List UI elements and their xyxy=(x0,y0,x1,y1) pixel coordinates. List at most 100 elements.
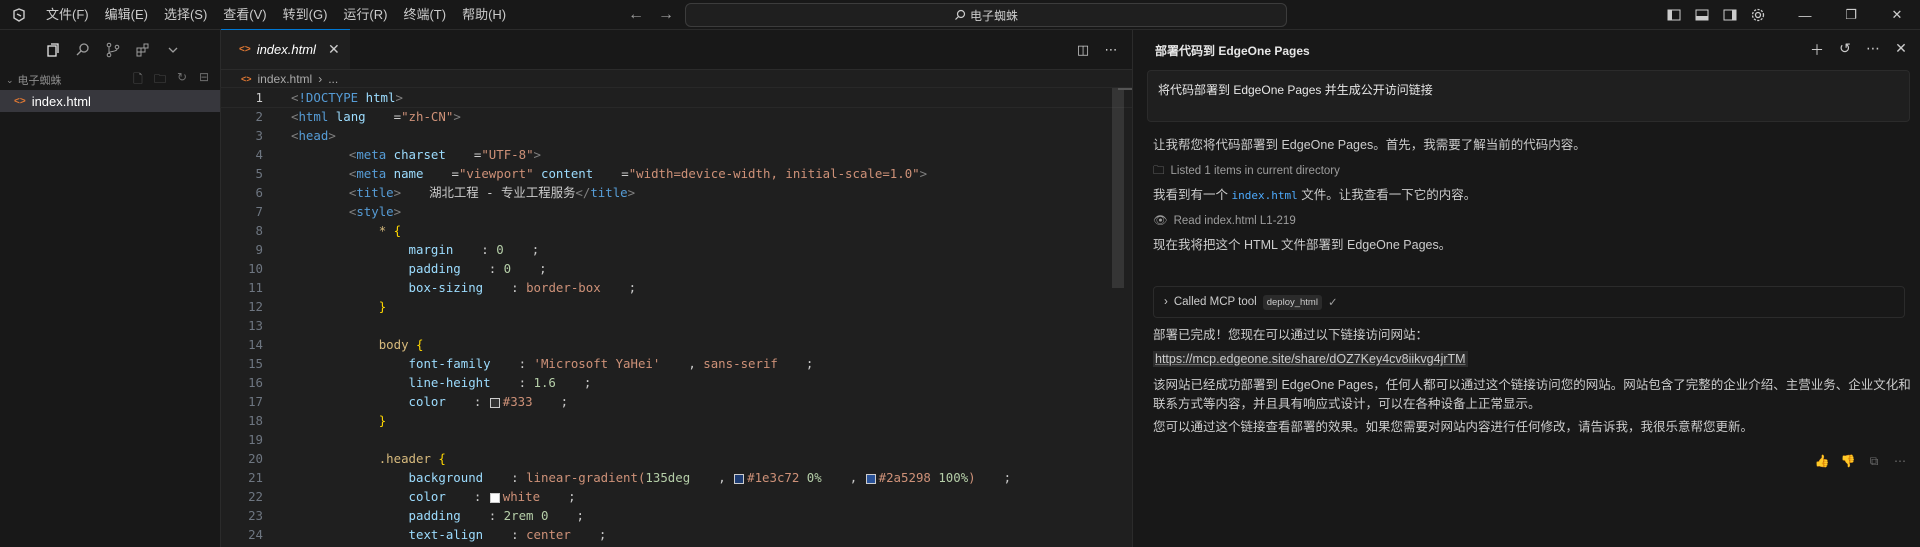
file-item-index-html[interactable]: <> index.html xyxy=(0,90,220,112)
back-arrow-icon[interactable]: ← xyxy=(626,6,646,24)
vertical-scrollbar[interactable] xyxy=(1112,88,1124,288)
sidebar-view-switcher xyxy=(0,30,220,70)
menu-item[interactable]: 文件(F) xyxy=(38,0,97,30)
tool-step-read-file: 👁 Read index.html L1-219 xyxy=(1153,212,1913,231)
code-line: 1 <!DOCTYPE html> xyxy=(220,87,1133,108)
new-chat-icon[interactable]: ＋ xyxy=(1806,40,1828,60)
tool-step-text: Listed 1 items in current directory xyxy=(1170,165,1340,177)
close-icon[interactable]: ✕ xyxy=(328,41,340,58)
code-token: , xyxy=(849,470,865,485)
line-number: 13 xyxy=(248,318,263,333)
color-swatch-icon[interactable] xyxy=(489,492,500,503)
menu-item[interactable]: 选择(S) xyxy=(156,0,215,30)
code-token: = xyxy=(473,147,482,162)
menu-item[interactable]: 编辑(E) xyxy=(97,0,156,30)
extensions-icon[interactable] xyxy=(130,37,156,63)
history-icon[interactable]: ↺ xyxy=(1834,40,1856,60)
toggle-panel-icon[interactable] xyxy=(1688,0,1716,30)
inline-code: index.html xyxy=(1231,189,1298,202)
command-center-search[interactable]: 电子蜘蛛 xyxy=(685,3,1287,27)
menu-item[interactable]: 查看(V) xyxy=(215,0,274,30)
assistant-message-4: 部署已完成！您现在可以通过以下链接访问网站： xyxy=(1153,328,1429,342)
source-control-icon[interactable] xyxy=(100,37,126,63)
code-text: } xyxy=(263,411,386,430)
collapse-all-icon[interactable]: ⊟ xyxy=(194,70,214,91)
line-number: 1 xyxy=(255,90,263,105)
code-line: 13 xyxy=(221,316,1132,335)
breadcrumb-symbol[interactable]: ... xyxy=(328,72,338,86)
new-file-icon[interactable]: 🗋 xyxy=(128,70,148,91)
code-token: linear-gradient( xyxy=(526,470,646,485)
menu-item[interactable]: 运行(R) xyxy=(335,0,395,30)
color-swatch-icon[interactable] xyxy=(734,473,745,484)
code-token: : xyxy=(511,280,527,295)
code-line: 7 <style> xyxy=(221,202,1132,221)
overview-ruler-cursor xyxy=(1118,88,1132,90)
code-token: color xyxy=(408,489,446,504)
copy-icon[interactable]: ⧉ xyxy=(1866,454,1882,469)
menu-bar: 文件(F) 编辑(E) 选择(S) 查看(V) 转到(G) 运行(R) 终端(T) 帮助(H) xyxy=(38,0,514,30)
code-token: #2a5298 xyxy=(878,470,931,485)
tab-index-html[interactable]: <> index.html ✕ xyxy=(221,29,350,69)
new-folder-icon[interactable]: 🗀 xyxy=(150,70,170,91)
explorer-icon[interactable] xyxy=(40,37,66,63)
line-number: 10 xyxy=(248,261,263,276)
line-number: 4 xyxy=(255,147,263,162)
gear-icon[interactable] xyxy=(1744,0,1772,30)
breadcrumb-file[interactable]: index.html xyxy=(258,72,313,86)
line-number: 3 xyxy=(255,128,263,143)
more-actions-icon[interactable]: ⋯ xyxy=(1100,42,1122,58)
tab-label: index.html xyxy=(256,42,316,57)
code-line: 17 color: #333; xyxy=(221,392,1132,411)
code-token: : xyxy=(518,375,534,390)
explorer-folder-header[interactable]: ⌄ 电子蜘蛛 🗋 🗀 ↻ ⊟ xyxy=(0,70,220,90)
thumbs-down-icon[interactable]: 👎 xyxy=(1840,454,1856,469)
deploy-link[interactable]: https://mcp.edgeone.site/share/dOZ7Key4c… xyxy=(1153,351,1468,367)
menu-item[interactable]: 终端(T) xyxy=(395,0,454,30)
close-icon[interactable]: ✕ xyxy=(1890,40,1912,60)
code-line: 15 font-family: 'Microsoft YaHei', sans-… xyxy=(221,354,1132,373)
code-token: html xyxy=(358,90,396,105)
code-token: , xyxy=(718,470,734,485)
more-actions-icon[interactable]: ⋯ xyxy=(1862,40,1884,60)
forward-arrow-icon[interactable]: → xyxy=(656,6,676,24)
toggle-primary-sidebar-icon[interactable] xyxy=(1660,0,1688,30)
toggle-secondary-sidebar-icon[interactable] xyxy=(1716,0,1744,30)
code-line: 10 padding: 0; xyxy=(221,259,1132,278)
line-number: 9 xyxy=(255,242,263,257)
code-token: 1.6 xyxy=(533,375,556,390)
split-editor-icon[interactable]: ◫ xyxy=(1072,42,1094,58)
code-token: > xyxy=(393,185,402,200)
restore-icon[interactable]: ❐ xyxy=(1828,0,1874,30)
more-actions-icon[interactable]: ⋯ xyxy=(1892,454,1908,469)
code-line: 18 } xyxy=(221,411,1132,430)
color-swatch-icon[interactable] xyxy=(865,473,876,484)
close-window-icon[interactable]: ✕ xyxy=(1874,0,1920,30)
color-swatch-icon[interactable] xyxy=(489,397,500,408)
user-request-text: 将代码部署到 EdgeOne Pages 并生成公开访问链接 xyxy=(1158,83,1433,97)
chevron-down-icon[interactable] xyxy=(160,37,186,63)
assistant-message-3: 现在我将把这个 HTML 文件部署到 EdgeOne Pages。 xyxy=(1153,238,1452,252)
line-number: 14 xyxy=(248,337,263,352)
code-token: border-box xyxy=(526,280,601,295)
code-token: > xyxy=(627,185,636,200)
code-text: .header { xyxy=(263,449,446,468)
code-editor[interactable]: 1 <!DOCTYPE html> 2 <html lang ="zh-CN"> 3 <he… xyxy=(220,87,1133,547)
mcp-tool-call[interactable]: › Called MCP tool deploy_html ✓ xyxy=(1153,286,1905,318)
code-text: box-sizing: border-box; xyxy=(263,278,637,297)
refresh-icon[interactable]: ↻ xyxy=(172,70,192,91)
code-text: <!DOCTYPE html> xyxy=(263,88,403,107)
search-icon[interactable] xyxy=(70,37,96,63)
menu-item[interactable]: 帮助(H) xyxy=(454,0,514,30)
code-text: color: #333; xyxy=(263,392,569,411)
thumbs-up-icon[interactable]: 👍 xyxy=(1814,454,1830,469)
minimize-icon[interactable]: — xyxy=(1782,0,1828,30)
code-token: charset xyxy=(386,147,446,162)
code-token: #1e3c72 xyxy=(747,470,800,485)
menu-item[interactable]: 转到(G) xyxy=(275,0,336,30)
